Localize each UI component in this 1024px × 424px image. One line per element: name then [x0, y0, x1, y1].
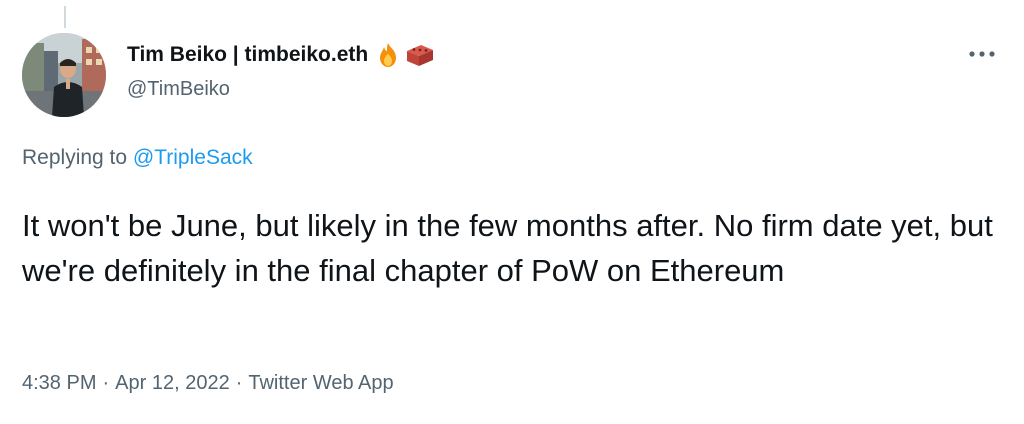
replying-to-label: Replying to — [22, 146, 133, 169]
tweet-metadata: 4:38 PM · Apr 12, 2022 · Twitter Web App — [22, 372, 394, 395]
more-options-button[interactable] — [964, 44, 1000, 64]
tweet-source-link[interactable]: Twitter Web App — [248, 372, 393, 394]
handle[interactable]: @TimBeiko — [127, 78, 436, 101]
thread-connector-line — [64, 6, 66, 28]
meta-separator: · — [235, 372, 243, 394]
name-emojis — [374, 41, 436, 69]
fire-icon — [380, 43, 397, 67]
name-row: Tim Beiko | timbeiko.eth — [127, 40, 436, 70]
author-block: Tim Beiko | timbeiko.eth @TimBeiko — [127, 40, 436, 101]
avatar[interactable] — [22, 33, 106, 117]
brick-icon — [407, 45, 434, 66]
avatar-photo — [22, 33, 106, 117]
replying-to: Replying to @TripleSack — [22, 146, 253, 170]
display-name[interactable]: Tim Beiko | timbeiko.eth — [127, 43, 368, 67]
more-options-icon — [969, 51, 995, 57]
reply-mention-link[interactable]: @TripleSack — [133, 146, 253, 169]
tweet-text: It won't be June, but likely in the few … — [22, 208, 993, 288]
tweet-time-link[interactable]: 4:38 PM — [22, 372, 96, 394]
tweet-card: Tim Beiko | timbeiko.eth @TimBeiko Reply… — [0, 0, 1024, 424]
tweet-date-link[interactable]: Apr 12, 2022 — [115, 372, 230, 394]
meta-separator: · — [102, 372, 110, 394]
